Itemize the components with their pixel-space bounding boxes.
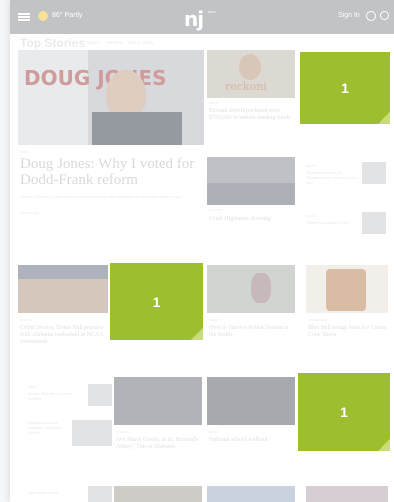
lead-headline[interactable]: Doug Jones: Why I voted for Dodd-Frank r… [20, 156, 200, 188]
weather-text[interactable]: 86° Partly [52, 12, 82, 19]
nav-live-local[interactable]: LIVE & LOCAL [128, 40, 155, 45]
ad-badge-1[interactable]: 1 [300, 52, 390, 124]
story-label-3: NEWS [306, 164, 315, 168]
lead-label: NEWS [20, 150, 29, 154]
story-headline-10[interactable]: National school walkout [209, 437, 293, 444]
story-photo-14[interactable] [207, 486, 295, 502]
story-label-6: NEWS [209, 318, 218, 322]
story-headline-2[interactable]: Uriah Highlands shooting [209, 216, 295, 223]
story-headline-7[interactable]: Blue Bell brings back Ice Cream Cone fla… [308, 325, 388, 339]
section-title: Top Stories [20, 36, 86, 50]
story-thumb-4[interactable] [362, 212, 386, 234]
story-label-8: NEWS [28, 385, 37, 389]
story-label-1: NEWS [209, 101, 218, 105]
top-bar: 86° Partly nj com Sign In [10, 0, 394, 34]
nav-sports[interactable]: SPORTS [106, 40, 122, 45]
story-headline-12[interactable]: Auto video list lot [28, 490, 78, 495]
site-logo-sub: com [208, 9, 216, 14]
story-headline-9[interactable]: Ave Maria Grotto, at St. Bernard's Abbey… [116, 437, 200, 451]
story-thumb-12[interactable] [88, 486, 112, 502]
story-thumb-8[interactable] [88, 384, 112, 406]
lead-time: Yesterday ago [20, 211, 40, 215]
story-headline-8[interactable]: Steam Sweden Emperor brought [28, 391, 78, 401]
story-label-2: GALLERY [209, 208, 223, 212]
lead-photo[interactable]: DOUG JONES [18, 50, 204, 145]
story-photo-15[interactable] [306, 486, 388, 502]
story-label-9: GALLERY [116, 430, 130, 434]
story-photo-9[interactable] [114, 377, 202, 425]
story-photo-13[interactable] [114, 486, 202, 502]
user-icon[interactable] [366, 11, 376, 21]
story-photo-1[interactable]: reckoni [207, 50, 295, 98]
story-photo-1-sign: reckoni [225, 80, 267, 93]
site-logo[interactable]: nj [184, 7, 204, 31]
signin-link[interactable]: Sign In [338, 12, 360, 19]
menu-icon[interactable] [18, 13, 30, 21]
story-headline-4[interactable]: Clifton east Mark ICE16 [306, 220, 358, 225]
story-label-10: NEWS [209, 430, 218, 434]
story-label-4: NEWS [306, 214, 315, 218]
story-label-7: SPONSORED [308, 318, 328, 322]
story-thumb-11[interactable] [72, 420, 112, 446]
nav-news[interactable]: NEWS [87, 40, 99, 45]
story-headline-3[interactable]: Reading versions of 'Shakespeare' moving… [306, 170, 358, 185]
ad-badge-2[interactable]: 1 [110, 263, 203, 340]
story-photo-5[interactable] [18, 265, 108, 313]
story-photo-7[interactable] [306, 265, 388, 313]
lead-summary: "As your Senator, I have made a point of… [20, 194, 185, 199]
story-headline-5[interactable]: Collin Sexton, Donta Hall practice with … [20, 325, 108, 346]
story-headline-11[interactable]: Alabama student walkout - Hundreds Atten… [28, 420, 66, 435]
story-photo-2[interactable] [207, 157, 295, 205]
story-photo-6[interactable] [207, 265, 295, 313]
story-label-5: SPORTS [20, 318, 33, 322]
story-headline-1[interactable]: Etowah sheriff pocketed over $750,000 in… [209, 108, 295, 122]
story-photo-10[interactable] [207, 377, 295, 425]
search-icon[interactable] [380, 11, 389, 20]
ad-badge-3[interactable]: 1 [298, 373, 390, 451]
lead-photo-sign: DOUG JONES [24, 66, 167, 90]
sun-icon [38, 11, 48, 21]
story-headline-6[interactable]: How to Survive Pollen Season in the Sout… [209, 325, 295, 339]
story-thumb-3[interactable] [362, 162, 386, 184]
